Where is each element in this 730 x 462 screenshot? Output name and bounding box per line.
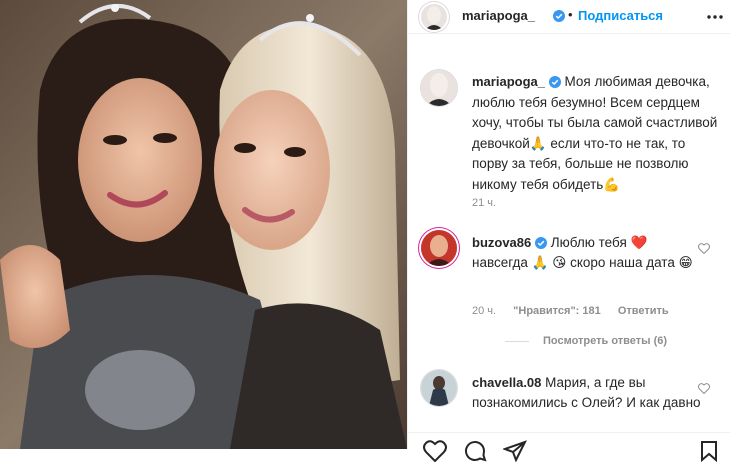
comment-reply-button[interactable]: Ответить xyxy=(618,305,669,317)
like-comment-icon[interactable] xyxy=(698,243,710,254)
post-header: mariapoga_ • Подписаться xyxy=(407,0,730,34)
view-replies-label: Посмотреть ответы (6) xyxy=(543,335,668,347)
caption: mariapoga_ Моя любимая девочка, люблю те… xyxy=(472,72,720,195)
follow-button[interactable]: Подписаться xyxy=(578,8,663,23)
comment-username[interactable]: chavella.08 xyxy=(472,375,541,390)
caption-avatar-image xyxy=(421,70,457,106)
author-avatar[interactable] xyxy=(421,4,447,30)
replies-line xyxy=(505,340,529,342)
view-replies-button[interactable]: Посмотреть ответы (6) xyxy=(505,335,667,347)
caption-verified-icon xyxy=(548,76,561,88)
post-details-panel: mariapoga_ • Подписаться mariapoga_ Моя … xyxy=(407,0,730,462)
action-bar xyxy=(407,432,730,462)
comment: buzova86 Люблю тебя ❤️ навсегда 🙏 😘 скор… xyxy=(472,233,702,273)
like-icon[interactable] xyxy=(423,440,447,462)
comment-avatar[interactable] xyxy=(421,230,457,266)
comment-time[interactable]: 20 ч. xyxy=(472,305,496,317)
author-username[interactable]: mariapoga_ xyxy=(462,8,535,23)
save-icon[interactable] xyxy=(699,440,719,462)
comment-username[interactable]: buzova86 xyxy=(472,235,531,250)
post-image xyxy=(0,0,407,449)
comment-avatar[interactable] xyxy=(421,370,457,406)
like-comment-icon[interactable] xyxy=(698,383,710,394)
share-icon[interactable] xyxy=(503,440,527,462)
verified-badge-icon xyxy=(553,10,565,22)
panel-divider xyxy=(407,0,408,449)
comment-avatar-image xyxy=(421,370,457,406)
comment-likes[interactable]: "Нравится": 181 xyxy=(513,305,601,317)
comment: chavella.08 Мария, а где вы познакомилис… xyxy=(472,373,702,413)
caption-username[interactable]: mariapoga_ xyxy=(472,74,545,89)
caption-time[interactable]: 21 ч. xyxy=(472,197,496,209)
avatar-image xyxy=(421,4,447,30)
header-dot-separator: • xyxy=(568,7,573,22)
comment-icon[interactable] xyxy=(463,440,487,462)
caption-avatar[interactable] xyxy=(421,70,457,106)
caption-text: Моя любимая девочка, люблю тебя безумно!… xyxy=(472,74,718,192)
comment-meta: 20 ч. "Нравится": 181 Ответить xyxy=(472,305,669,317)
post-photo[interactable] xyxy=(0,0,407,449)
more-options-icon[interactable] xyxy=(706,14,724,20)
comment-avatar-image xyxy=(421,230,457,266)
comment-verified-icon xyxy=(535,237,548,249)
